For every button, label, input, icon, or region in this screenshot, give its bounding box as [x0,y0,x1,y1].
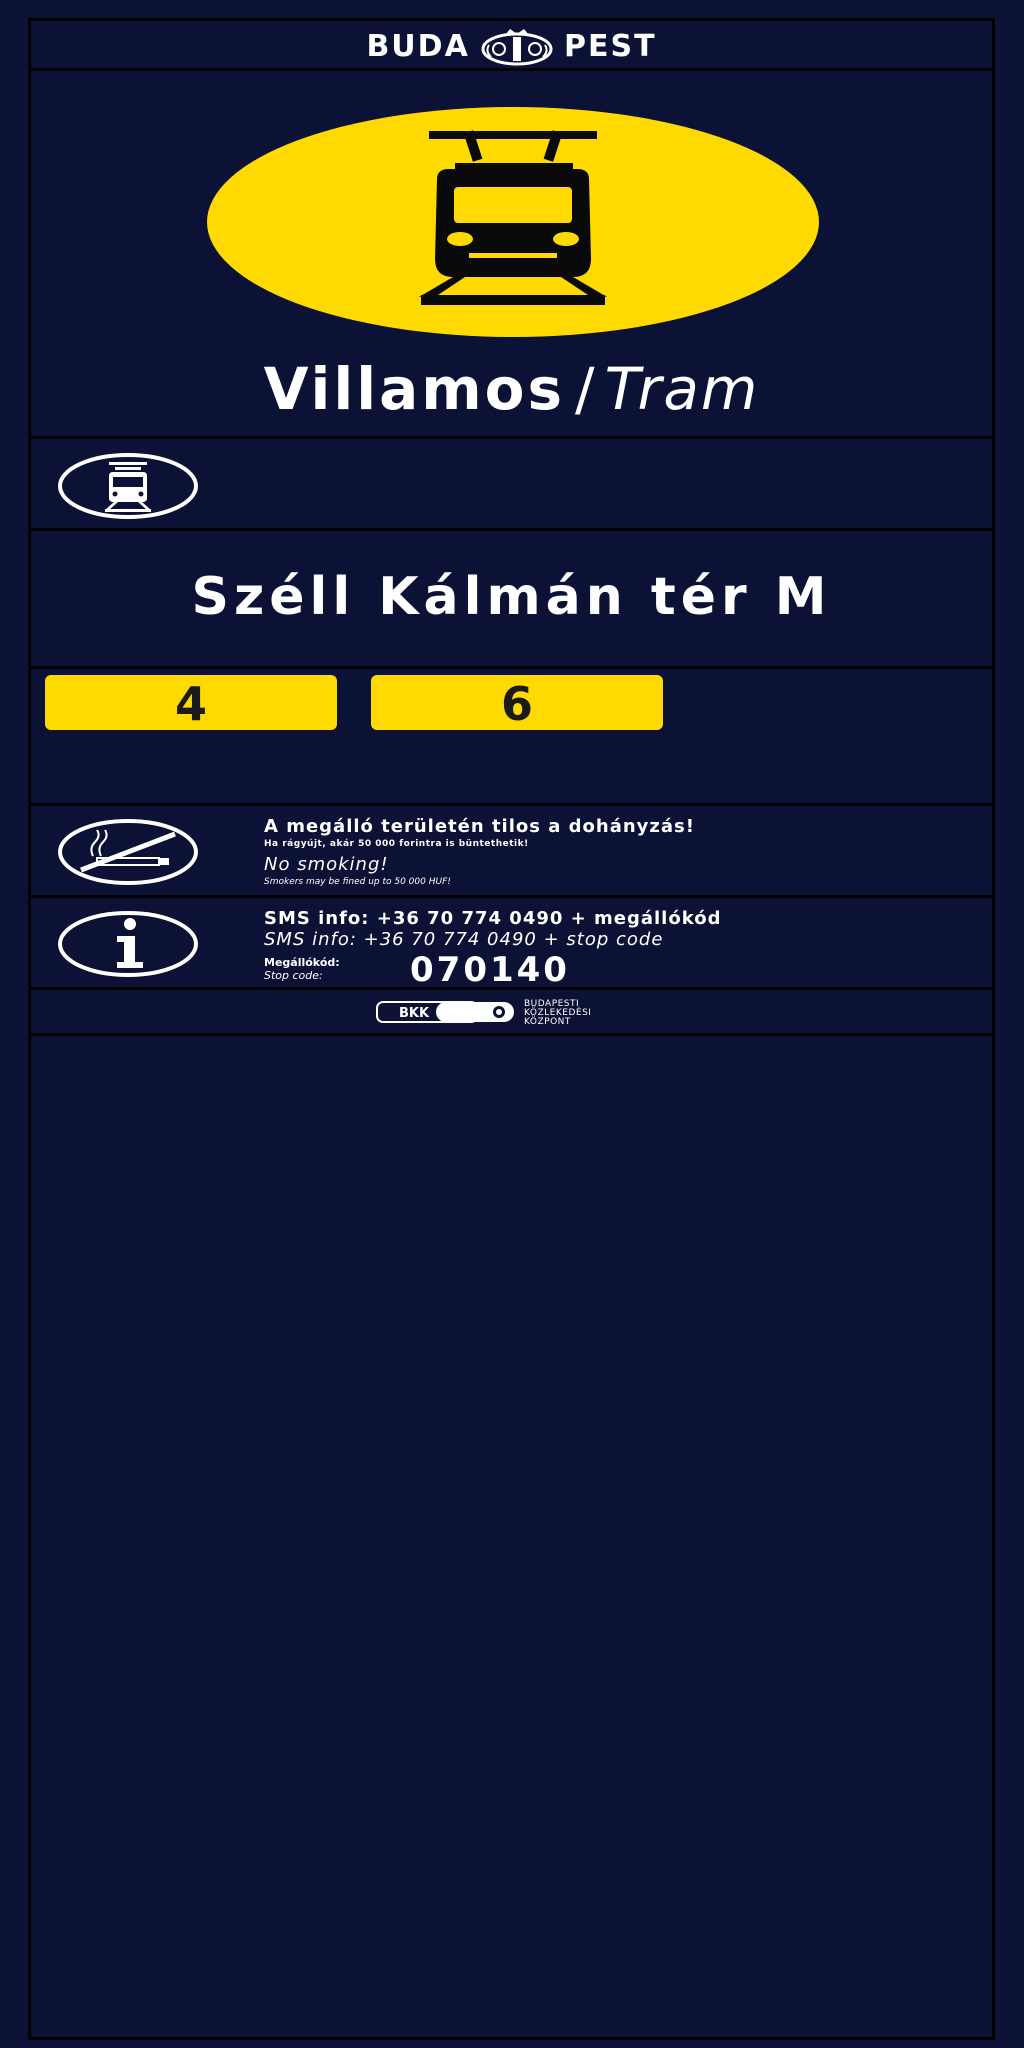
route-list: 4 6 [31,669,992,806]
stop-name: Széll Kálmán tér M [191,567,832,627]
route-badge-4: 4 [45,675,337,731]
stop-code-label-en: Stop code: [264,969,323,982]
mode-title-en: Tram [604,355,760,423]
coat-of-arms-icon [481,29,553,66]
mode-title: Villamos / Tram [31,357,992,421]
no-smoking-title-hu: A megálló területén tilos a dohányzás! [264,816,695,837]
logo-buda: BUDA [366,29,470,64]
no-smoking-icon [58,819,198,885]
bkk-name-line-3: KÖZPONT [524,1017,571,1027]
stop-code-label-hu: Megállókód: [264,956,340,969]
sms-info-panel: SMS info: +36 70 774 0490 + megállókód S… [31,898,992,990]
no-smoking-text: A megálló területén tilos a dohányzás! H… [264,816,982,888]
stop-sign: BUDA PEST Villamos / Tram Széll Kálmán t… [28,18,995,2040]
mode-title-separator: / [575,355,595,423]
bkk-name: BUDAPESTI KÖZLEKEDÉSI KÖZPONT [524,1000,591,1027]
mode-title-hu: Villamos [263,355,566,423]
bkk-logo-text: BKK [399,1006,430,1021]
budapest-logo: BUDA PEST [31,27,992,67]
sms-info-text: SMS info: +36 70 774 0490 + megállókód S… [264,908,982,990]
route-badge-6: 6 [371,675,663,731]
tram-icon [207,107,819,337]
sms-line-hu: SMS info: +36 70 774 0490 + megállókód [264,908,722,929]
stop-code-labels: Megállókód: Stop code: [264,956,340,982]
stop-code-value: 070140 [410,950,570,990]
sms-line-en: SMS info: +36 70 774 0490 + stop code [264,929,664,950]
mode-hero: Villamos / Tram [31,71,992,439]
no-smoking-sub-hu: Ha rágyújt, akár 50 000 forintra is bünt… [264,839,529,849]
info-icon [58,911,198,977]
tram-icon [58,453,198,519]
no-smoking-sub-en: Smokers may be fined up to 50 000 HUF! [264,877,451,887]
mode-icon-row [31,439,992,531]
stop-name-panel: Széll Kálmán tér M [31,531,992,669]
logo-pest: PEST [563,29,657,64]
sign-footer: BKK BUDAPESTI KÖZLEKEDÉSI KÖZPONT [31,990,992,1036]
stop-code-row: Megállókód: Stop code: 070140 [264,950,982,990]
bkk-logo-icon: BKK [376,1001,514,1023]
no-smoking-notice: A megálló területén tilos a dohányzás! H… [31,806,992,898]
no-smoking-title-en: No smoking! [264,854,389,875]
sign-header: BUDA PEST [31,21,992,71]
